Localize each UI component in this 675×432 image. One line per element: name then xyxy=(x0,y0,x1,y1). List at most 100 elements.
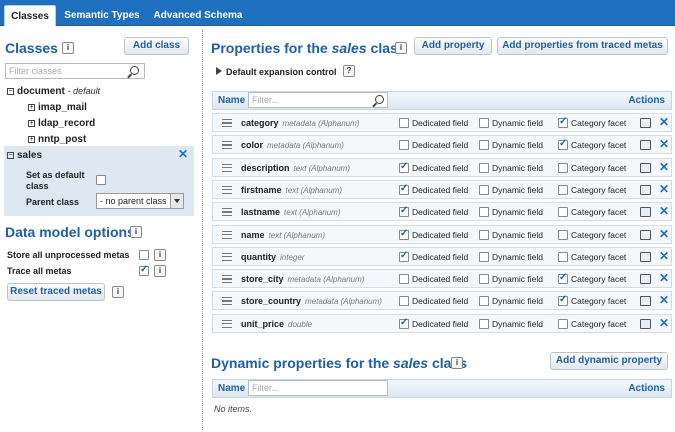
category-facet-checkbox[interactable] xyxy=(558,294,568,307)
tree-item-imap-mail[interactable]: + imap_mail xyxy=(28,102,87,113)
dynamic-field-checkbox[interactable] xyxy=(479,229,489,240)
dynamic-field-checkbox[interactable] xyxy=(479,251,489,262)
property-row[interactable]: firstnametext (Alphanum)Dedicated fieldD… xyxy=(212,179,672,199)
edit-icon[interactable] xyxy=(640,296,651,307)
property-row[interactable]: quantityintegerDedicated fieldDynamic fi… xyxy=(212,246,672,266)
edit-icon[interactable] xyxy=(640,229,651,240)
delete-icon[interactable]: ✕ xyxy=(659,249,669,263)
tree-item-ldap-record[interactable]: + ldap_record xyxy=(28,118,95,129)
edit-icon[interactable] xyxy=(640,184,651,195)
dynamic-field-checkbox[interactable] xyxy=(479,318,489,329)
reset-info-icon[interactable]: i xyxy=(112,286,124,298)
tree-item-nntp-post[interactable]: + nntp_post xyxy=(28,134,86,145)
set-default-checkbox[interactable] xyxy=(96,175,106,185)
dynamic-field-checkbox[interactable] xyxy=(479,140,489,151)
trace-all-checkbox[interactable] xyxy=(139,264,149,276)
dedicated-field-checkbox[interactable] xyxy=(399,205,409,218)
add-from-traced-button[interactable]: Add properties from traced metas xyxy=(497,37,668,55)
data-model-info-icon[interactable]: i xyxy=(130,226,142,238)
filter-classes-input[interactable]: Filter classes xyxy=(5,63,145,79)
dynamic-field-checkbox[interactable] xyxy=(479,118,489,128)
drag-handle-icon[interactable] xyxy=(222,141,232,150)
category-facet-checkbox[interactable] xyxy=(558,116,568,128)
drag-handle-icon[interactable] xyxy=(222,185,232,194)
property-row[interactable]: category metadata (Alphanum) Dedicated fie… xyxy=(212,113,672,132)
delete-icon[interactable]: ✕ xyxy=(659,160,669,174)
dynamic-info-icon[interactable]: i xyxy=(451,357,463,369)
drag-handle-icon[interactable] xyxy=(222,275,232,284)
add-class-button[interactable]: Add class xyxy=(124,37,189,55)
property-row[interactable]: descriptiontext (Alphanum)Dedicated fiel… xyxy=(212,157,672,177)
delete-icon[interactable]: ✕ xyxy=(659,293,669,307)
drag-handle-icon[interactable] xyxy=(222,319,232,328)
dedicated-field-checkbox[interactable] xyxy=(399,317,409,329)
tree-item-sales[interactable]: − sales xyxy=(7,150,42,161)
delete-icon[interactable]: ✕ xyxy=(659,227,669,241)
drag-handle-icon[interactable] xyxy=(222,297,232,306)
delete-icon[interactable]: ✕ xyxy=(659,316,669,330)
edit-icon[interactable] xyxy=(640,118,651,128)
delete-icon[interactable]: ✕ xyxy=(659,137,669,151)
dedicated-field-checkbox[interactable] xyxy=(399,140,409,151)
parent-class-select[interactable]: - no parent class xyxy=(96,193,184,209)
trace-info-icon[interactable]: i xyxy=(154,265,166,277)
category-facet-checkbox[interactable] xyxy=(558,251,568,262)
dedicated-field-checkbox[interactable] xyxy=(399,183,409,195)
category-facet-checkbox[interactable] xyxy=(558,318,568,329)
dedicated-field-checkbox[interactable] xyxy=(399,228,409,240)
filter-dynamic-input[interactable]: Filter... xyxy=(248,380,388,396)
expand-arrow-icon[interactable] xyxy=(216,67,222,75)
category-facet-checkbox[interactable] xyxy=(558,162,568,173)
category-facet-checkbox[interactable] xyxy=(558,272,568,285)
dynamic-field-checkbox[interactable] xyxy=(479,296,489,307)
delete-icon[interactable]: ✕ xyxy=(659,115,669,129)
edit-icon[interactable] xyxy=(640,207,651,218)
category-facet-checkbox[interactable] xyxy=(558,184,568,195)
search-icon[interactable] xyxy=(130,66,139,75)
delete-icon[interactable]: ✕ xyxy=(659,271,669,285)
property-row[interactable]: store_country metadata (Alphanum) Dedicate… xyxy=(212,291,672,311)
expand-icon[interactable]: + xyxy=(28,120,35,127)
edit-icon[interactable] xyxy=(640,251,651,262)
expand-icon[interactable]: + xyxy=(28,136,35,143)
classes-info-icon[interactable]: i xyxy=(62,42,74,54)
edit-icon[interactable] xyxy=(640,274,651,285)
delete-icon[interactable]: ✕ xyxy=(659,182,669,196)
drag-handle-icon[interactable] xyxy=(222,119,232,127)
expand-icon[interactable]: + xyxy=(28,104,35,111)
drag-handle-icon[interactable] xyxy=(222,230,232,239)
property-row[interactable]: store_city metadata (Alphanum) Dedicated f… xyxy=(212,269,672,289)
dynamic-field-checkbox[interactable] xyxy=(479,184,489,195)
tab-semantic-types[interactable]: Semantic Types xyxy=(58,5,146,26)
property-row[interactable]: lastnametext (Alphanum)Dedicated fieldDy… xyxy=(212,202,672,222)
tab-advanced-schema[interactable]: Advanced Schema xyxy=(148,5,248,26)
add-dynamic-property-button[interactable]: Add dynamic property xyxy=(550,352,668,370)
properties-info-icon[interactable]: i xyxy=(395,42,407,54)
default-expansion-label[interactable]: Default expansion control xyxy=(226,67,337,77)
edit-icon[interactable] xyxy=(640,318,651,329)
store-info-icon[interactable]: i xyxy=(154,249,166,261)
dedicated-field-checkbox[interactable] xyxy=(399,161,409,173)
collapse-icon[interactable]: − xyxy=(7,88,14,95)
dedicated-field-checkbox[interactable] xyxy=(399,274,409,285)
dynamic-field-checkbox[interactable] xyxy=(479,162,489,173)
category-facet-checkbox[interactable] xyxy=(558,229,568,240)
property-row[interactable]: color metadata (Alphanum) Dedicated field D… xyxy=(212,135,672,155)
dedicated-field-checkbox[interactable] xyxy=(399,250,409,262)
dynamic-field-checkbox[interactable] xyxy=(479,274,489,285)
reset-traced-button[interactable]: Reset traced metas xyxy=(7,283,105,301)
close-icon[interactable]: ✕ xyxy=(178,147,188,161)
filter-properties-input[interactable]: Filter... xyxy=(248,92,388,108)
drag-handle-icon[interactable] xyxy=(222,252,232,261)
dedicated-field-checkbox[interactable] xyxy=(399,118,409,128)
delete-icon[interactable]: ✕ xyxy=(659,204,669,218)
store-unprocessed-checkbox[interactable] xyxy=(139,250,149,260)
collapse-icon[interactable]: − xyxy=(7,152,14,159)
property-row[interactable]: nametext (Alphanum)Dedicated fieldDynami… xyxy=(212,224,672,244)
chevron-down-icon[interactable] xyxy=(170,194,183,208)
dynamic-field-checkbox[interactable] xyxy=(479,207,489,218)
tree-root-document[interactable]: − document - default xyxy=(7,86,100,97)
tab-classes[interactable]: Classes xyxy=(4,5,56,26)
drag-handle-icon[interactable] xyxy=(222,208,232,217)
help-icon[interactable]: ? xyxy=(343,65,355,77)
